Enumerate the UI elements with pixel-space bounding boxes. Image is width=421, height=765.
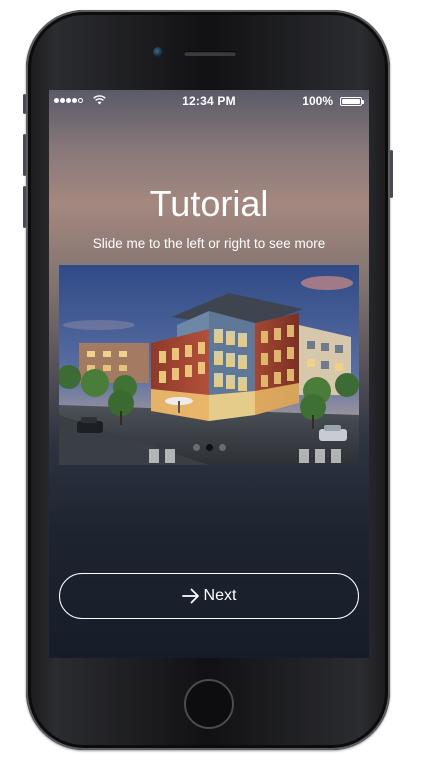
page-title: Tutorial [149, 183, 269, 224]
page-subtitle: Slide me to the left or right to see mor… [92, 236, 326, 251]
building-photo [59, 265, 359, 465]
battery-icon [340, 97, 364, 106]
phone-screen: 12:34 PM 100% Tutorial Slide me to the l… [49, 90, 369, 658]
carousel-dot[interactable] [218, 444, 226, 451]
power-button [390, 150, 393, 198]
carousel-dot-active[interactable] [205, 444, 213, 451]
status-bar: 12:34 PM 100% [49, 90, 369, 112]
next-button-label: Next [203, 587, 237, 604]
arrow-right-icon [181, 588, 200, 604]
carousel-pagination [59, 444, 359, 451]
home-button[interactable] [184, 679, 234, 729]
front-camera [153, 47, 163, 57]
next-button[interactable]: Next [59, 573, 359, 619]
earpiece-speaker [184, 51, 236, 56]
battery-percentage: 100% [302, 94, 333, 108]
carousel-dot[interactable] [192, 444, 200, 451]
volume-down-button [23, 186, 26, 228]
volume-up-button [23, 134, 26, 176]
mute-switch [23, 94, 26, 114]
image-carousel[interactable] [59, 265, 359, 465]
